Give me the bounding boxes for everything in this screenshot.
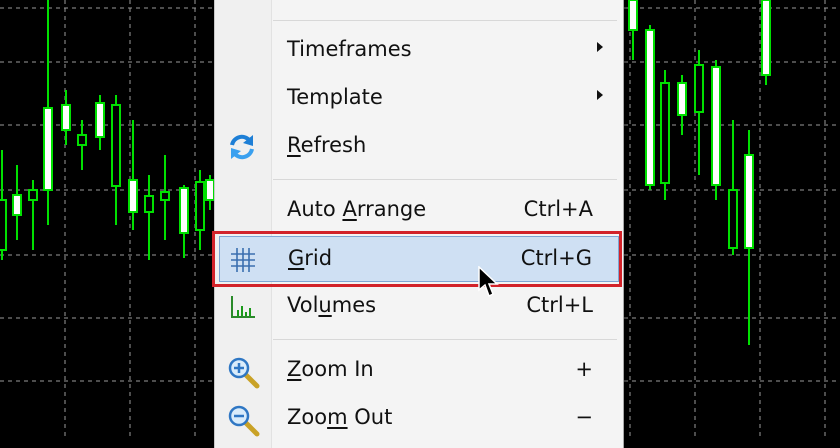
shortcut-text: + [575,357,593,381]
menu-separator [273,179,617,180]
candle-body [660,82,670,184]
chart-context-menu: Timeframes Template Refresh Auto Arrange… [214,0,624,448]
candle-body [677,82,687,116]
submenu-arrow-icon [597,42,603,52]
label-rest: efresh [300,133,367,157]
menu-item-label: Timeframes [287,37,412,61]
candle-body [144,195,154,213]
zoom-in-icon [227,356,260,389]
candle-body [711,66,721,186]
menu-item-refresh[interactable]: Refresh [215,124,623,168]
candle-body [61,104,71,131]
menu-item-timeframes[interactable]: Timeframes [215,28,623,72]
candle-body [761,0,771,76]
menu-item-auto-arrange[interactable]: Auto Arrange Ctrl+A [215,188,623,232]
mouse-cursor-icon [478,265,500,304]
access-key: A [342,197,357,221]
refresh-icon [227,132,257,162]
menu-item-label: Zoom In [287,357,374,381]
candle-body [205,179,215,201]
candle-body [195,181,205,231]
candle-body [160,191,170,201]
shortcut-text: Ctrl+A [523,197,593,221]
candle-body [728,189,738,249]
menu-separator [273,20,617,21]
access-key: m [327,405,348,429]
candle-body [694,64,704,113]
candle-body [628,0,638,31]
volumes-icon [227,292,257,322]
menu-separator [273,339,617,340]
candle-body [128,179,138,213]
candle-body [744,154,754,249]
candle-body [111,104,121,187]
shortcut-text: Ctrl+L [526,293,593,317]
access-key: u [318,293,332,317]
menu-item-template[interactable]: Template [215,76,623,120]
label-pre: Zoo [287,405,328,429]
label-rest: oom In [301,357,374,381]
label-rest: rrange [356,197,427,221]
candle-body [28,189,38,201]
candle-body [95,102,105,138]
candle-body [0,199,7,251]
menu-item-zoom-out[interactable]: Zoom Out − [215,396,623,440]
zoom-out-icon [227,404,260,437]
menu-item-label: Volumes [287,293,376,317]
menu-item-label: Template [287,85,383,109]
candle-body [77,134,87,146]
menu-item-volumes[interactable]: Volumes Ctrl+L [215,284,623,328]
access-key: R [287,133,301,157]
submenu-arrow-icon [597,90,603,100]
menu-item-zoom-in[interactable]: Zoom In + [215,348,623,392]
candle-body [12,194,22,216]
menu-item-label: Auto Arrange [287,197,426,221]
highlight-annotation-box [212,231,622,287]
label-pre: Vol [287,293,319,317]
label-rest: mes [331,293,377,317]
candle-body [179,187,189,234]
access-key: Z [287,357,302,381]
candle-body [645,29,655,186]
shortcut-text: − [575,405,593,429]
menu-item-label: Refresh [287,133,366,157]
label-rest: Out [347,405,393,429]
candle-body [43,107,53,191]
label-pre: Auto [287,197,343,221]
menu-item-label: Zoom Out [287,405,392,429]
